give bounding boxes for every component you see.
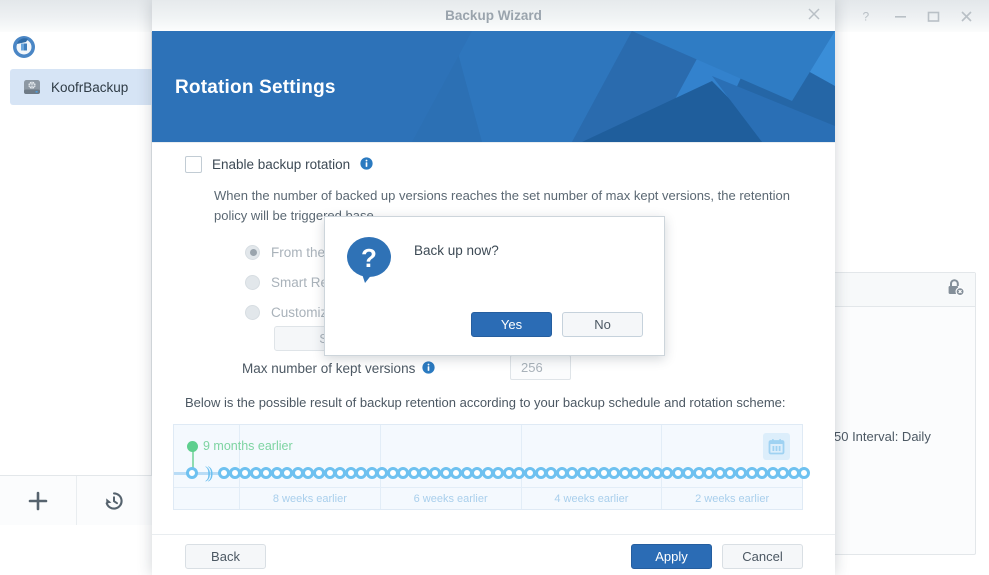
radio-option-customize[interactable]: Customize [245,297,335,327]
wizard-footer: Back Apply Cancel [152,534,835,575]
wizard-title: Backup Wizard [445,8,542,23]
radio-from-the[interactable] [245,244,260,260]
timeline-node [798,467,811,479]
radio-smart-recycle-label: Smart Re [271,274,329,290]
confirm-backup-modal: ? Back up now? Yes No [324,216,665,356]
radio-from-the-label: From the [271,244,326,260]
timeline-axis-label: 6 weeks earlier [381,488,522,509]
timeline-marker-label: 9 months earlier [203,439,293,453]
timeline-axis-label: 8 weeks earlier [240,488,381,509]
window-controls: ? [851,0,983,32]
application-root: ? KoofrBackup 50 Interval: Daily Backup … [0,0,989,575]
minimize-button[interactable] [884,1,917,31]
close-button[interactable] [950,1,983,31]
sidebar-bottom-toolbar [0,475,152,525]
lock-disabled-icon [946,278,965,302]
enable-rotation-row[interactable]: Enable backup rotation [185,155,373,173]
timeline-marker-dot [187,441,198,452]
background-card-header [834,273,975,307]
timeline-axis-label: 4 weeks earlier [522,488,663,509]
radio-option-from-the[interactable]: From the [245,237,335,267]
info-icon[interactable] [360,155,373,173]
radio-option-smart-recycle[interactable]: Smart Re [245,267,335,297]
background-card-info-text: 50 Interval: Daily [834,429,931,444]
timeline-axis-label: 2 weeks earlier [695,492,770,505]
info-icon[interactable] [422,359,435,377]
apply-button[interactable]: Apply [631,544,712,569]
maximize-button[interactable] [917,1,950,31]
max-versions-row: Max number of kept versions [242,359,435,377]
sidebar-item-label: KoofrBackup [51,79,129,95]
modal-yes-button[interactable]: Yes [471,312,552,337]
retention-preview-description: Below is the possible result of backup r… [185,395,786,410]
retention-timeline: 9 months earlier )) 8 weeks earlier 6 we… [173,424,811,510]
max-versions-label: Max number of kept versions [242,360,416,376]
timeline-break-icon: )) [205,463,214,482]
modal-message: Back up now? [414,243,499,258]
timeline-node [186,467,198,479]
timeline-footer: 8 weeks earlier 6 weeks earlier 4 weeks … [174,487,802,509]
enable-rotation-checkbox[interactable] [185,155,202,173]
modal-no-button[interactable]: No [562,312,643,337]
max-versions-input[interactable]: 256 [510,355,571,380]
sidebar: KoofrBackup [0,32,154,525]
radio-smart-recycle[interactable] [245,274,260,290]
enable-rotation-label: Enable backup rotation [212,156,351,172]
app-logo-icon [12,35,36,59]
drive-icon [22,77,42,97]
svg-text:?: ? [863,10,870,23]
wizard-hero-banner: Rotation Settings [152,31,835,142]
help-button[interactable]: ? [851,1,884,31]
rotation-policy-radio-group: From the Smart Re Customize [245,237,335,327]
radio-customize[interactable] [245,304,260,320]
svg-text:?: ? [361,243,377,273]
timeline-axis-label [174,488,240,509]
wizard-close-icon[interactable] [807,7,821,26]
cancel-button[interactable]: Cancel [722,544,803,569]
background-detail-card: 50 Interval: Daily [833,272,976,555]
calendar-icon[interactable] [763,433,790,460]
add-task-button[interactable] [0,476,76,525]
restore-history-button[interactable] [75,476,152,525]
back-button[interactable]: Back [185,544,266,569]
sidebar-item-koofrbackup[interactable]: KoofrBackup [10,69,154,105]
wizard-hero-title: Rotation Settings [175,77,336,98]
wizard-titlebar: Backup Wizard [152,0,835,31]
question-bubble-icon: ? [343,235,398,290]
